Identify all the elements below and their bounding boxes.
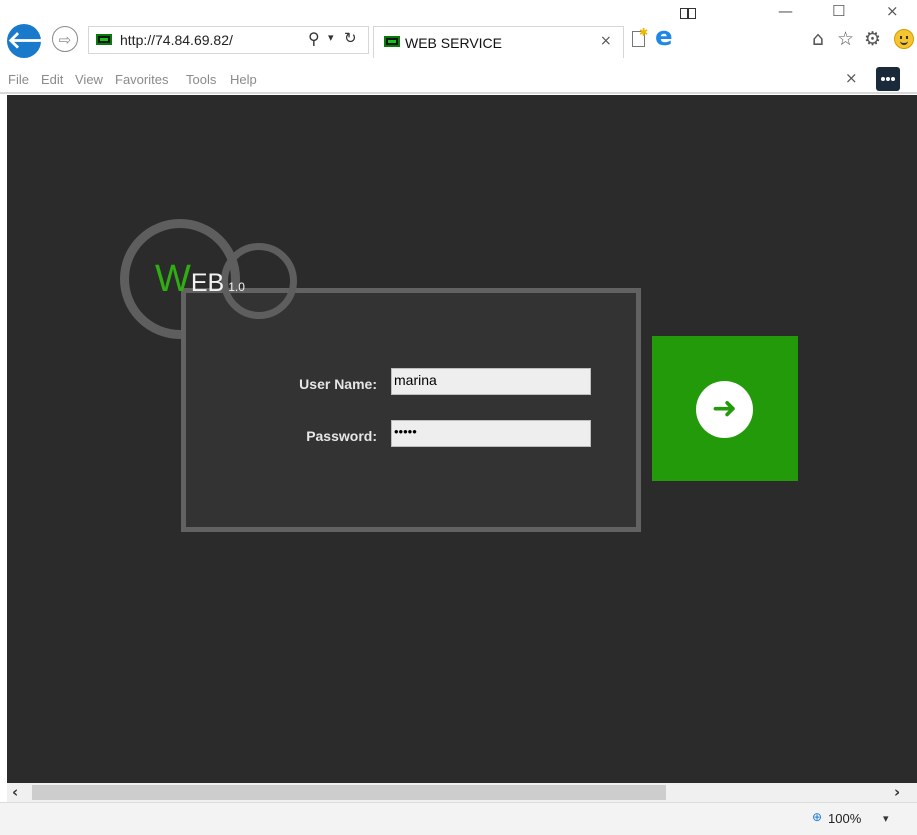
menu-edit[interactable]: Edit xyxy=(41,72,63,87)
web-logo: WEB 1.0 xyxy=(155,258,245,301)
scroll-thumb[interactable] xyxy=(32,785,666,800)
menu-file[interactable]: File xyxy=(8,72,29,87)
password-label: Password: xyxy=(306,428,377,444)
logo-text-eb: EB xyxy=(190,269,225,297)
address-bar[interactable]: http://74.84.69.82/ ⚲ ▾ ↻ xyxy=(88,26,369,54)
horizontal-scrollbar[interactable]: ‹ › xyxy=(7,783,917,802)
username-input[interactable]: marina xyxy=(391,368,591,395)
menu-favorites[interactable]: Favorites xyxy=(115,72,168,87)
page-viewport: WEB 1.0 User Name: marina Password: •••••… xyxy=(7,95,917,783)
zoom-dropdown-icon[interactable]: ▾ xyxy=(883,812,889,825)
settings-gear-icon[interactable]: ⚙ xyxy=(864,28,881,50)
password-input[interactable]: ••••• xyxy=(391,420,591,447)
tab-view-icon[interactable] xyxy=(680,8,697,20)
zoom-level[interactable]: 100% xyxy=(828,811,861,826)
scroll-left-icon[interactable]: ‹ xyxy=(12,783,18,802)
scroll-right-icon[interactable]: › xyxy=(894,783,900,802)
tab-web-service[interactable]: WEB SERVICE × xyxy=(373,26,624,58)
maximize-button[interactable]: ☐ xyxy=(832,2,845,20)
logo-letter-w: W xyxy=(155,258,191,300)
tab-title: WEB SERVICE xyxy=(405,35,502,51)
tab-close-icon[interactable]: × xyxy=(600,33,612,49)
username-label: User Name: xyxy=(299,376,377,392)
arrow-right-icon: ➜ xyxy=(711,391,738,426)
back-button[interactable]: 🡐 xyxy=(7,24,71,58)
forward-arrow-icon: ⇨ xyxy=(58,31,72,49)
more-options-icon[interactable] xyxy=(876,67,900,91)
new-tab-star-icon: ✱ xyxy=(639,27,649,39)
login-circle: ➜ xyxy=(696,381,753,438)
site-favicon-icon xyxy=(96,34,112,45)
new-tab-button[interactable]: ✱ xyxy=(630,27,649,50)
window-close-button[interactable]: × xyxy=(886,2,899,20)
forward-button[interactable]: ⇨ xyxy=(52,26,78,52)
logo-version: 1.0 xyxy=(228,280,245,294)
minimize-button[interactable]: — xyxy=(778,2,793,20)
menu-tools[interactable]: Tools xyxy=(186,72,216,87)
status-bar: ⊕ 100% ▾ xyxy=(0,802,917,835)
address-dropdown-icon[interactable]: ▾ xyxy=(328,31,334,44)
favorites-star-icon[interactable]: ☆ xyxy=(837,28,854,50)
home-icon[interactable]: ⌂ xyxy=(812,28,824,50)
zoom-icon[interactable]: ⊕ xyxy=(812,810,822,824)
tab-favicon-icon xyxy=(384,36,400,47)
refresh-icon[interactable]: ↻ xyxy=(344,29,357,47)
search-icon[interactable]: ⚲ xyxy=(308,29,320,48)
menu-bar-close-icon[interactable]: × xyxy=(845,69,858,87)
browser-titlebar: 🡐 ⇨ http://74.84.69.82/ ⚲ ▾ ↻ WEB SERVIC… xyxy=(0,0,917,66)
menu-view[interactable]: View xyxy=(75,72,103,87)
menu-bar: File Edit View Favorites Tools Help × xyxy=(0,66,917,94)
feedback-smiley-icon[interactable] xyxy=(894,29,914,49)
login-panel xyxy=(181,288,641,532)
ie-logo-icon[interactable]: e xyxy=(655,22,673,52)
login-button[interactable]: ➜ xyxy=(652,336,798,481)
menu-help[interactable]: Help xyxy=(230,72,257,87)
address-url[interactable]: http://74.84.69.82/ xyxy=(120,32,233,48)
